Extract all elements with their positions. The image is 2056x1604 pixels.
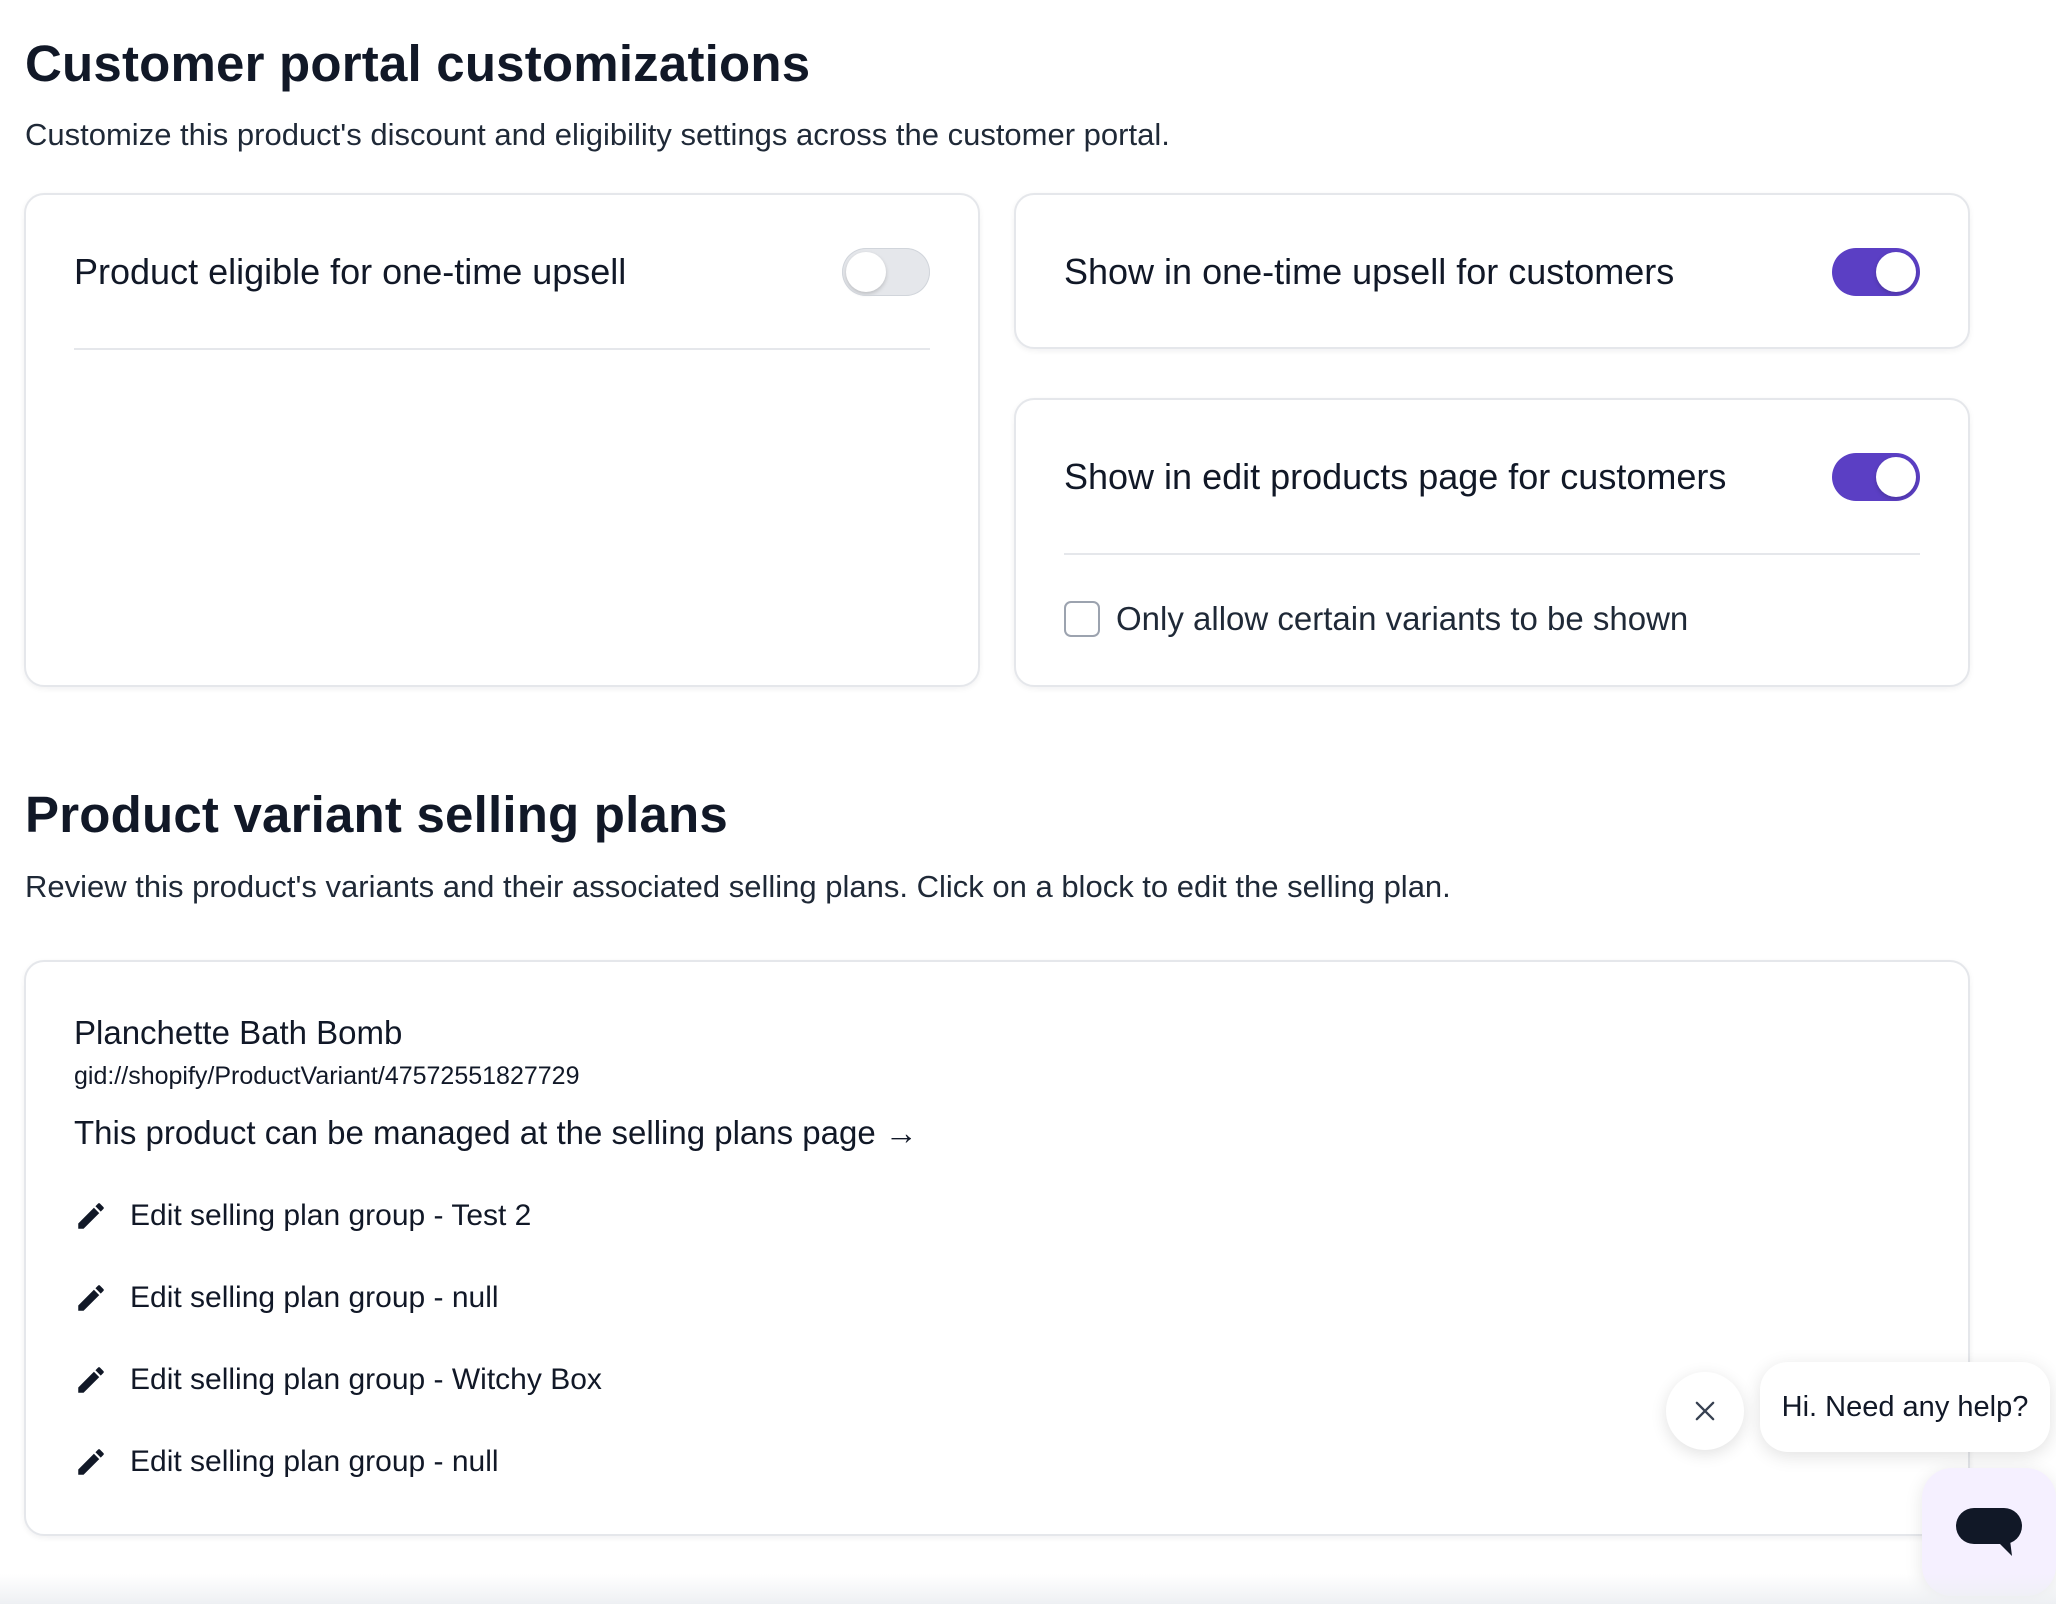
divider (74, 348, 930, 350)
plan-group-label: Edit selling plan group - null (130, 1281, 499, 1314)
variant-card[interactable]: Planchette Bath Bomb gid://shopify/Produ… (24, 960, 1970, 1536)
pencil-icon (78, 1285, 104, 1311)
customizations-description: Customize this product's discount and el… (25, 117, 1170, 152)
selling-plans-page-link[interactable]: This product can be managed at the selli… (74, 1114, 918, 1152)
plan-group-item[interactable]: Edit selling plan group - Witchy Box (74, 1363, 602, 1397)
close-icon (1695, 1401, 1715, 1421)
show-upsell-label: Show in one-time upsell for customers (1064, 251, 1675, 292)
eligible-upsell-toggle[interactable] (842, 248, 930, 296)
selling-plans-title: Product variant selling plans (25, 786, 728, 843)
bottom-fade (0, 1574, 2056, 1604)
variants-checkbox[interactable] (1064, 601, 1100, 637)
toggle-knob (846, 252, 886, 292)
customizations-title: Customer portal customizations (25, 35, 811, 92)
chat-greeting-bubble[interactable]: Hi. Need any help? (1760, 1362, 2050, 1452)
toggle-knob (1876, 252, 1916, 292)
variants-checkbox-row[interactable]: Only allow certain variants to be shown (1064, 600, 1688, 638)
show-edit-products-row: Show in edit products page for customers (1064, 446, 1920, 508)
eligible-upsell-row: Product eligible for one-time upsell (74, 241, 930, 303)
toggle-knob (1876, 457, 1916, 497)
plan-group-item[interactable]: Edit selling plan group - Test 2 (74, 1199, 531, 1233)
variant-name: Planchette Bath Bomb (74, 1014, 403, 1051)
plan-group-label: Edit selling plan group - Test 2 (130, 1199, 532, 1232)
show-edit-products-label: Show in edit products page for customers (1064, 456, 1727, 497)
divider (1064, 553, 1920, 555)
variant-gid: gid://shopify/ProductVariant/47572551827… (74, 1062, 580, 1090)
plan-group-item[interactable]: Edit selling plan group - null (74, 1445, 499, 1479)
pencil-icon (78, 1367, 104, 1393)
page: Customer portal customizations Customize… (0, 0, 2056, 1604)
show-edit-products-card: Show in edit products page for customers… (1014, 398, 1970, 687)
show-edit-products-toggle[interactable] (1832, 453, 1920, 501)
pencil-icon (78, 1203, 104, 1229)
plan-group-label: Edit selling plan group - null (130, 1445, 499, 1478)
eligible-upsell-label: Product eligible for one-time upsell (74, 251, 627, 292)
pencil-icon (78, 1449, 104, 1475)
show-upsell-toggle[interactable] (1832, 248, 1920, 296)
variants-checkbox-label[interactable]: Only allow certain variants to be shown (1116, 600, 1688, 638)
chat-close-button[interactable] (1666, 1372, 1744, 1450)
chat-icon (1956, 1508, 2022, 1556)
show-upsell-row: Show in one-time upsell for customers (1064, 241, 1920, 303)
eligible-upsell-card: Product eligible for one-time upsell (24, 193, 980, 687)
show-upsell-card: Show in one-time upsell for customers (1014, 193, 1970, 349)
plan-group-item[interactable]: Edit selling plan group - null (74, 1281, 499, 1315)
plan-group-label: Edit selling plan group - Witchy Box (130, 1363, 602, 1396)
selling-plans-description: Review this product's variants and their… (25, 869, 1451, 904)
